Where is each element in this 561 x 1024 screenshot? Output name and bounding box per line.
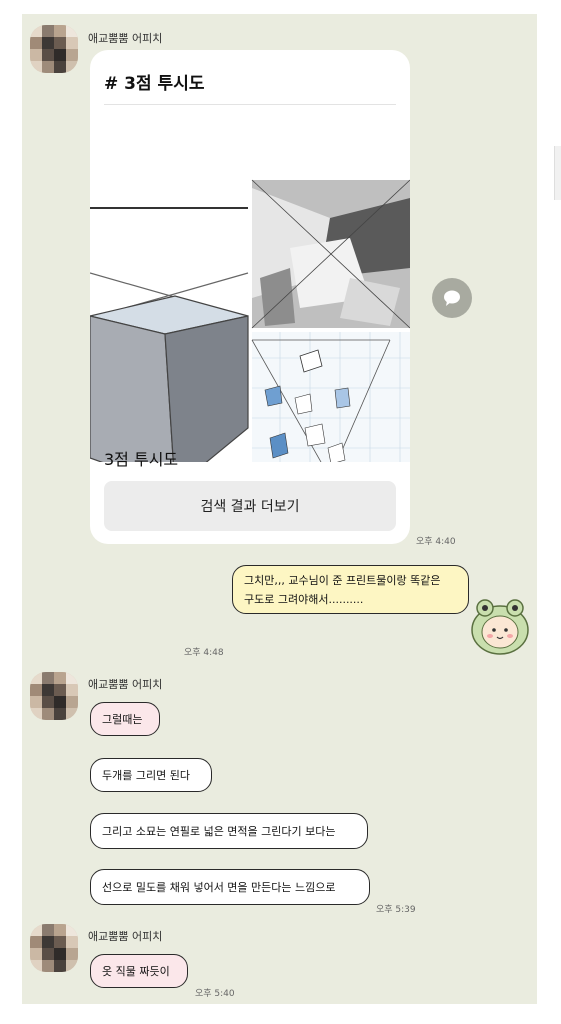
card-caption: 3점 투시도	[104, 450, 179, 469]
avatar[interactable]	[30, 672, 78, 720]
perspective-drawing-images[interactable]	[90, 102, 410, 462]
avatar[interactable]	[30, 924, 78, 972]
timestamp: 오후 5:40	[195, 989, 235, 999]
more-results-button[interactable]: 검색 결과 더보기	[104, 481, 396, 531]
search-result-card[interactable]: # 3점 투시도 3점 투시도 검색 결과 더보기	[90, 50, 410, 544]
share-button[interactable]	[432, 278, 472, 318]
sender-name: 애교뿜뿜 어피치	[88, 930, 163, 943]
message-bubble[interactable]: 그럴때는	[90, 702, 160, 736]
frog-sticker-icon	[471, 599, 529, 655]
message-bubble[interactable]: 두개를 그리면 된다	[90, 758, 212, 792]
card-hash-title: # 3점 투시도	[104, 74, 205, 94]
sender-name: 애교뿜뿜 어피치	[88, 32, 163, 45]
timestamp: 오후 5:39	[376, 905, 416, 915]
blurred-avatar-icon	[30, 672, 78, 720]
my-message-line2: 구도로 그려야해서..........	[244, 593, 364, 606]
timestamp: 오후 4:40	[416, 537, 456, 547]
message-bubble[interactable]: 옷 직물 짜듯이	[90, 954, 188, 988]
avatar[interactable]	[30, 25, 78, 73]
speech-bubble-icon	[444, 290, 460, 306]
side-tab	[554, 146, 561, 200]
my-message-bubble[interactable]: 그치만,,, 교수님이 준 프린트물이랑 똑같은 구도로 그려야해서......…	[232, 565, 469, 614]
blurred-avatar-icon	[30, 924, 78, 972]
message-bubble[interactable]: 그리고 소묘는 연필로 넓은 면적을 그린다기 보다는	[90, 813, 368, 849]
message-bubble[interactable]: 선으로 밀도를 채워 넣어서 면을 만든다는 느낌으로	[90, 869, 370, 905]
blurred-avatar-icon	[30, 25, 78, 73]
sender-name: 애교뿜뿜 어피치	[88, 678, 163, 691]
my-message-line1: 그치만,,, 교수님이 준 프린트물이랑 똑같은	[244, 574, 441, 587]
timestamp: 오후 4:48	[184, 648, 224, 658]
